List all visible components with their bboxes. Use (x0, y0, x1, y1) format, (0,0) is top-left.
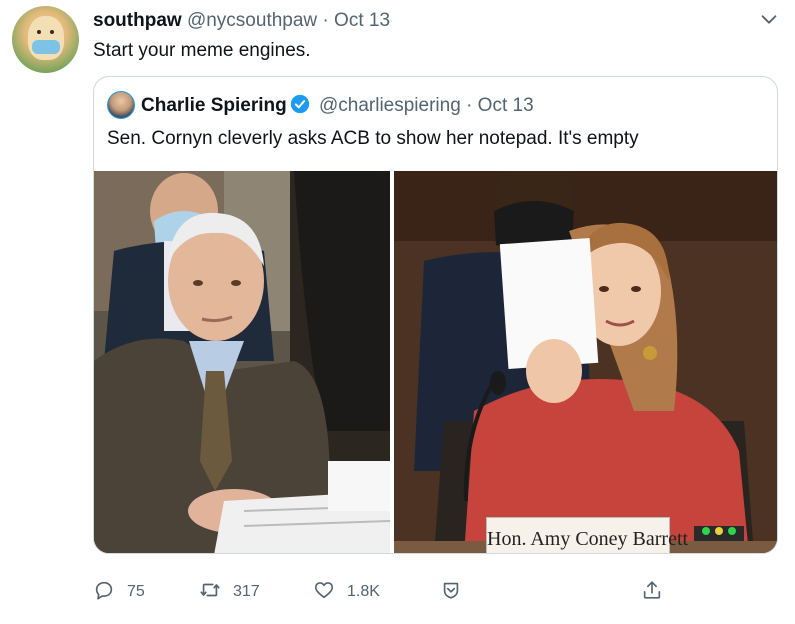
quoted-tweet-date[interactable]: Oct 13 (478, 95, 534, 116)
quoted-tweet-card[interactable]: Charlie Spiering @charliespiering · Oct … (93, 76, 778, 554)
quoted-author-name[interactable]: Charlie Spiering (141, 95, 287, 116)
tweet-action-bar: 75 317 1.8K (93, 578, 683, 606)
retweet-icon (199, 579, 221, 606)
reply-button[interactable]: 75 (93, 578, 145, 606)
tweet-text: Start your meme engines. (93, 40, 311, 61)
header-separator: · (322, 10, 329, 31)
heart-icon (313, 579, 335, 606)
quoted-author-avatar[interactable] (107, 91, 135, 119)
tweet-date[interactable]: Oct 13 (334, 10, 390, 31)
author-name[interactable]: southpaw (93, 10, 182, 31)
quoted-header-separator: · (466, 95, 473, 116)
reply-icon (93, 579, 115, 606)
photo-left-panel (94, 171, 390, 553)
photo-right-panel: Hon. Amy Coney Barrett (394, 171, 777, 553)
share-icon (641, 579, 663, 606)
avatar-face-mask (32, 40, 60, 54)
quoted-author-handle[interactable]: @charliespiering (319, 95, 461, 116)
like-button[interactable]: 1.8K (313, 578, 380, 606)
quoted-tweet-photo[interactable]: Hon. Amy Coney Barrett (94, 171, 777, 553)
nameplate: Hon. Amy Coney Barrett (486, 517, 688, 553)
like-count: 1.8K (347, 583, 380, 600)
bookmark-shield-icon (440, 579, 462, 606)
tweet-header: southpaw @nycsouthpaw · Oct 13 (93, 10, 390, 32)
avatar-eye (37, 30, 41, 34)
bookmark-button[interactable] (440, 578, 462, 606)
author-handle[interactable]: @nycsouthpaw (187, 10, 317, 31)
verified-badge-icon (290, 94, 310, 114)
quoted-tweet-text: Sen. Cornyn cleverly asks ACB to show he… (107, 128, 639, 149)
quoted-tweet-header: Charlie Spiering @charliespiering · Oct … (141, 94, 534, 117)
avatar-eye (50, 30, 54, 34)
more-options-chevron-icon[interactable] (758, 8, 780, 30)
author-avatar[interactable] (12, 6, 79, 73)
retweet-count: 317 (233, 583, 260, 600)
reply-count: 75 (127, 583, 145, 600)
share-button[interactable] (641, 578, 663, 606)
retweet-button[interactable]: 317 (199, 578, 260, 606)
